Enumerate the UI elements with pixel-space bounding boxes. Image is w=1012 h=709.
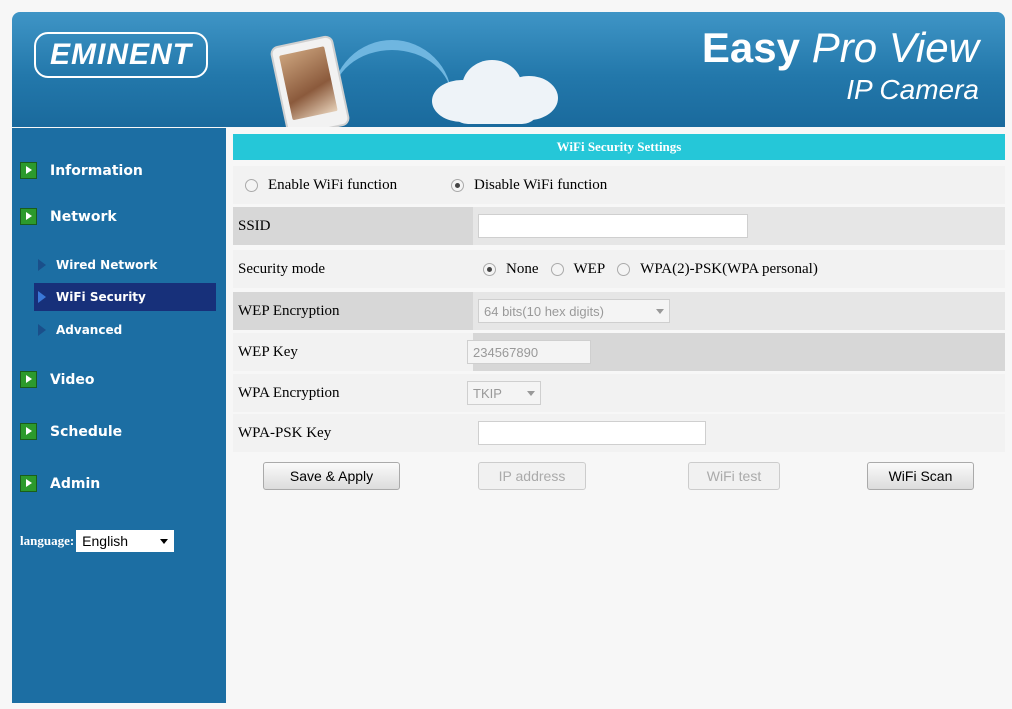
sidebar-item-network[interactable]: Network (20, 208, 117, 225)
security-wep-label: WEP (573, 260, 606, 277)
wep-key-label: WEP Key (238, 343, 298, 360)
ip-address-button[interactable]: IP address (478, 462, 586, 490)
wep-encryption-row: WEP Encryption 64 bits(10 hex digits) (233, 292, 1005, 330)
wifi-disable-option[interactable]: Disable WiFi function (451, 166, 607, 204)
brand-proview: Pro View (811, 24, 979, 71)
wifi-enable-label: Enable WiFi function (268, 176, 398, 193)
page-frame: EMINENT Easy Pro View IP Camera Informat… (0, 0, 1012, 709)
security-mode-options: None WEP WPA(2)-PSK(WPA personal) (473, 250, 1005, 288)
wep-encryption-value: 64 bits(10 hex digits) (484, 303, 604, 319)
security-none-radio[interactable] (483, 262, 496, 276)
sidebar-item-label: Video (50, 371, 95, 388)
wep-key-input[interactable]: 234567890 (467, 340, 591, 364)
sidebar-item-label: Admin (50, 475, 101, 492)
header-banner: EMINENT Easy Pro View IP Camera (12, 12, 1005, 127)
wifi-scan-button[interactable]: WiFi Scan (867, 462, 974, 490)
arrow-right-icon (20, 371, 37, 388)
phone-icon (269, 34, 351, 127)
arrow-right-icon (36, 324, 46, 336)
ssid-value-cell (473, 207, 1005, 245)
arrow-right-icon (36, 259, 46, 271)
wpa-encryption-cell: TKIP (467, 374, 1005, 412)
wpa-encryption-select[interactable]: TKIP (467, 381, 541, 405)
sidebar-item-label: Wired Network (56, 258, 158, 272)
sidebar-item-advanced[interactable]: Advanced (36, 323, 122, 337)
security-mode-label: Security mode (238, 260, 326, 277)
sidebar-item-label: Information (50, 162, 143, 179)
wifi-disable-radio[interactable] (451, 178, 464, 192)
sidebar-item-label: Advanced (56, 323, 123, 337)
wpa-psk-input[interactable] (478, 421, 706, 445)
sidebar-item-admin[interactable]: Admin (20, 475, 100, 492)
sidebar-item-schedule[interactable]: Schedule (20, 423, 122, 440)
security-none-label: None (506, 260, 539, 277)
arrow-right-icon (20, 475, 37, 492)
wep-encryption-select[interactable]: 64 bits(10 hex digits) (478, 299, 670, 323)
sidebar-item-label: Schedule (50, 423, 123, 440)
sidebar-item-label: WiFi Security (56, 290, 146, 304)
security-wep-radio[interactable] (550, 262, 564, 276)
chevron-down-icon (527, 390, 535, 396)
arrow-right-icon (36, 291, 46, 303)
ssid-row: SSID (233, 207, 1005, 245)
cloud-icon (422, 52, 562, 124)
chevron-down-icon (160, 538, 169, 544)
sidebar-item-video[interactable]: Video (20, 371, 95, 388)
brand-easy: Easy (701, 24, 801, 71)
language-row: language: English (20, 530, 175, 552)
language-label: language: (20, 533, 75, 548)
wifi-disable-label: Disable WiFi function (474, 176, 608, 193)
brand-subtitle: IP Camera (846, 74, 979, 105)
chevron-down-icon (656, 308, 664, 314)
wifi-test-button[interactable]: WiFi test (688, 462, 780, 490)
sidebar-item-wifi-security[interactable]: WiFi Security (34, 283, 216, 311)
page-title: WiFi Security Settings (233, 134, 1005, 160)
wpa-encryption-label: WPA Encryption (238, 384, 340, 401)
arrow-right-icon (20, 162, 37, 179)
language-select[interactable]: English (76, 530, 175, 552)
wifi-enable-option[interactable]: Enable WiFi function (245, 166, 397, 204)
wpa-encryption-value: TKIP (473, 385, 502, 401)
wifi-toggle-row: Enable WiFi function Disable WiFi functi… (233, 166, 1005, 204)
wifi-enable-radio[interactable] (245, 178, 258, 192)
wep-encryption-label: WEP Encryption (238, 302, 340, 319)
wep-key-cell: 234567890 (467, 333, 1005, 371)
wpa-encryption-row: WPA Encryption TKIP (233, 374, 1005, 412)
sidebar-item-wired-network[interactable]: Wired Network (36, 258, 157, 272)
wpa-psk-cell (473, 414, 1005, 452)
wep-key-row: WEP Key 234567890 (233, 333, 1005, 371)
security-wpa-radio[interactable] (617, 262, 631, 276)
sidebar-item-information[interactable]: Information (20, 162, 143, 179)
security-wpa-label: WPA(2)-PSK(WPA personal) (640, 260, 818, 277)
save-apply-button[interactable]: Save & Apply (263, 462, 400, 490)
language-value: English (82, 533, 129, 549)
arrow-right-icon (20, 208, 37, 225)
sidebar-item-label: Network (50, 208, 117, 225)
wpa-psk-label: WPA-PSK Key (238, 424, 332, 441)
ssid-label: SSID (238, 217, 271, 234)
brand-title: Easy Pro View (702, 24, 979, 72)
wep-encryption-cell: 64 bits(10 hex digits) (473, 292, 1005, 330)
security-mode-row: Security mode None WEP WPA(2)-PSK(WPA pe… (233, 250, 1005, 288)
eminent-logo: EMINENT (34, 32, 208, 78)
wpa-psk-row: WPA-PSK Key (233, 414, 1005, 452)
sidebar: Information Network Wired Network WiFi S… (12, 128, 226, 703)
arrow-right-icon (20, 423, 37, 440)
ssid-input[interactable] (478, 214, 748, 238)
